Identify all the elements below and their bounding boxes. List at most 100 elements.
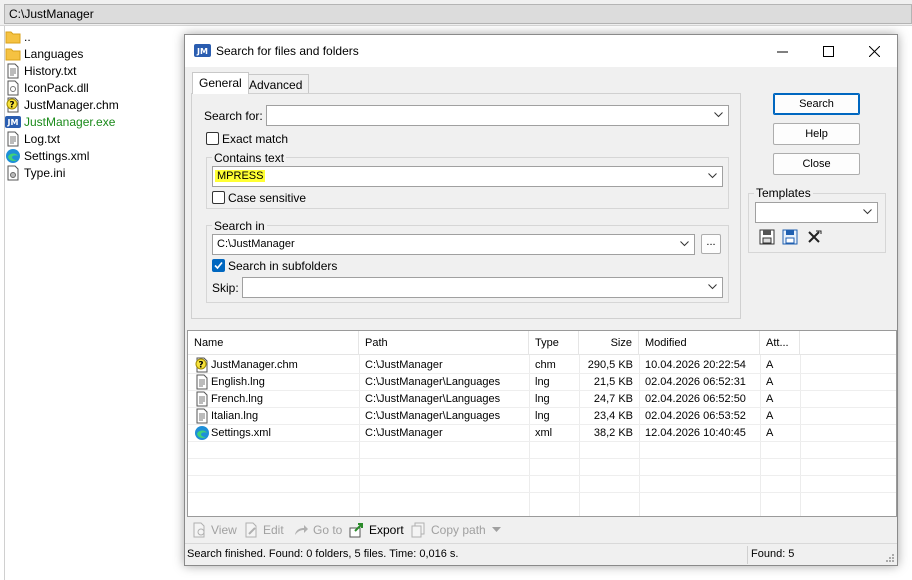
file-item-label: History.txt (24, 63, 77, 78)
current-path[interactable]: C:\JustManager (4, 4, 912, 24)
cell-type: lng (535, 410, 550, 422)
file-item-label: Type.ini (24, 165, 66, 180)
cell-path: C:\JustManager\Languages (365, 410, 501, 422)
resize-grip-icon[interactable] (884, 552, 894, 562)
file-item[interactable]: .. (5, 28, 31, 45)
cell-name: JustManager.chm (211, 359, 298, 371)
cell-path: C:\JustManager (365, 427, 443, 439)
column-header-type[interactable]: Type (529, 331, 579, 355)
save-template-icon[interactable] (759, 229, 775, 245)
search-dialog: JM Search for files and folders General … (184, 34, 898, 566)
cell-type: chm (535, 359, 556, 371)
tab-general[interactable]: General (192, 72, 249, 94)
tab-advanced[interactable]: Advanced (242, 74, 310, 94)
edge-icon (195, 426, 209, 440)
found-count: Found: 5 (751, 548, 795, 560)
table-row[interactable]: Italian.lng C:\JustManager\Languages lng… (188, 408, 896, 425)
dialog-titlebar[interactable]: JM Search for files and folders (185, 35, 897, 67)
svg-text:JM: JM (7, 118, 19, 127)
help-button[interactable]: Help (773, 123, 860, 145)
goto-button[interactable]: Go to (293, 522, 342, 538)
templates-label: Templates (754, 186, 813, 200)
contains-text-combo[interactable]: MPRESS (212, 166, 723, 187)
help-file-icon: ? (6, 97, 19, 112)
view-button[interactable]: View (191, 522, 237, 538)
cell-modified: 02.04.2026 06:52:31 (645, 376, 746, 388)
column-header-size[interactable]: Size (579, 331, 639, 355)
cell-name: Settings.xml (211, 427, 271, 439)
table-row[interactable]: Settings.xml C:\JustManager xml 38,2 KB … (188, 425, 896, 442)
file-item[interactable]: ? JustManager.chm (5, 96, 119, 113)
file-item[interactable]: Type.ini (5, 164, 65, 181)
templates-combo[interactable] (755, 202, 878, 223)
file-item[interactable]: Settings.xml (5, 147, 89, 164)
edge-icon (6, 148, 20, 163)
folder-icon (5, 48, 21, 60)
cell-path: C:\JustManager (365, 359, 443, 371)
dialog-title: Search for files and folders (216, 44, 359, 58)
chevron-down-icon (708, 173, 717, 179)
search-for-combo[interactable] (266, 105, 729, 126)
search-for-label: Search for: (204, 109, 263, 123)
subfolders-label: Search in subfolders (228, 259, 338, 273)
file-item-label: Log.txt (24, 131, 61, 146)
browse-button[interactable]: ... (701, 234, 721, 254)
exact-match-label: Exact match (222, 132, 289, 146)
svg-text:?: ? (9, 100, 14, 110)
cell-attributes: A (766, 359, 774, 371)
svg-text:JM: JM (196, 47, 208, 56)
app-icon: JM (5, 115, 21, 128)
file-item-label: .. (24, 29, 31, 44)
edit-button[interactable]: Edit (243, 522, 284, 538)
cell-modified: 12.04.2026 10:40:45 (645, 427, 746, 439)
text-file-icon (7, 131, 19, 146)
cell-type: lng (535, 376, 550, 388)
cell-size: 21,5 KB (593, 376, 633, 388)
column-header-path[interactable]: Path (359, 331, 529, 355)
cell-size: 23,4 KB (593, 410, 633, 422)
close-icon (868, 45, 880, 57)
file-item[interactable]: Languages (5, 45, 83, 62)
search-button[interactable]: Search (773, 93, 860, 115)
file-item[interactable]: Log.txt (5, 130, 60, 147)
search-in-combo[interactable]: C:\JustManager (212, 234, 695, 255)
case-sensitive-checkbox[interactable] (212, 191, 225, 204)
copy-path-button[interactable]: Copy path (411, 522, 501, 538)
file-item-label: JustManager.exe (24, 114, 116, 129)
file-item[interactable]: IconPack.dll (5, 79, 89, 96)
chevron-down-icon (714, 112, 723, 118)
case-sensitive-label: Case sensitive (228, 191, 307, 205)
search-in-label: Search in (212, 219, 267, 233)
subfolders-checkbox[interactable] (212, 259, 225, 272)
maximize-button[interactable] (805, 35, 851, 67)
file-list-pane[interactable]: .. Languages History.txt IconPack.dll ? … (4, 26, 184, 580)
cell-path: C:\JustManager\Languages (365, 393, 501, 405)
cell-attributes: A (766, 393, 774, 405)
file-item-label: JustManager.chm (24, 97, 119, 112)
delete-template-icon[interactable] (807, 229, 823, 245)
export-icon (349, 523, 363, 538)
cell-attributes: A (766, 427, 774, 439)
save-as-template-icon[interactable] (782, 229, 798, 245)
help-file-icon: ? (195, 357, 208, 373)
exact-match-checkbox[interactable] (206, 132, 219, 145)
close-window-button[interactable] (851, 35, 897, 67)
column-header-name[interactable]: Name (188, 331, 359, 355)
table-row[interactable]: French.lng C:\JustManager\Languages lng … (188, 391, 896, 408)
cell-size: 290,5 KB (587, 359, 633, 371)
minimize-button[interactable] (759, 35, 805, 67)
table-row[interactable]: ? JustManager.chm C:\JustManager chm 290… (188, 357, 896, 374)
minimize-icon (776, 51, 788, 52)
cell-size: 38,2 KB (593, 427, 633, 439)
table-row[interactable]: English.lng C:\JustManager\Languages lng… (188, 374, 896, 391)
status-message: Search finished. Found: 0 folders, 5 fil… (187, 548, 459, 560)
results-list[interactable]: Name Path Type Size Modified Att... ? Ju… (187, 330, 897, 517)
export-button[interactable]: Export (349, 522, 404, 538)
close-button[interactable]: Close (773, 153, 860, 175)
file-item[interactable]: History.txt (5, 62, 76, 79)
skip-combo[interactable] (242, 277, 723, 298)
chevron-down-icon (863, 209, 872, 215)
file-item[interactable]: JM JustManager.exe (5, 113, 115, 130)
column-header-modified[interactable]: Modified (639, 331, 760, 355)
column-header-attributes[interactable]: Att... (760, 331, 800, 355)
